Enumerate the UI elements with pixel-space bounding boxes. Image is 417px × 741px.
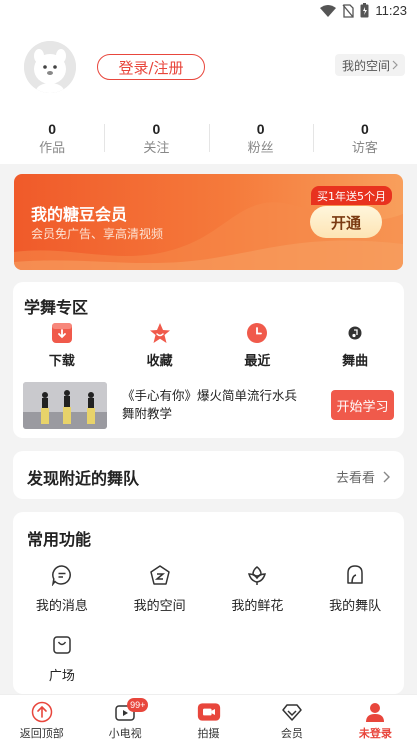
download-icon (51, 322, 73, 344)
dance-zone-title: 学舞专区 (24, 298, 89, 317)
arrow-up-icon (30, 701, 54, 723)
func-label: 我的消息 (35, 599, 88, 614)
music-note-icon (344, 322, 366, 344)
func-my-flowers[interactable]: 我的鲜花 (209, 564, 307, 634)
user-icon (363, 701, 387, 723)
stat-label: 访客 (351, 141, 378, 156)
tab-back-to-top[interactable]: 返回顶部 (0, 695, 83, 741)
diamond-icon (280, 701, 304, 723)
stat-label: 作品 (39, 141, 66, 156)
start-learning-button[interactable]: 开始学习 (331, 390, 394, 420)
profile-header: 登录/注册 我的空间 0 作品 0 关注 0 粉丝 0 访客 (0, 24, 417, 164)
quick-label: 收藏 (146, 354, 173, 369)
common-functions-title: 常用功能 (27, 530, 92, 549)
func-my-messages[interactable]: 我的消息 (13, 564, 111, 634)
stat-following[interactable]: 0 关注 (104, 120, 208, 160)
tab-mini-tv[interactable]: 99+ 小电视 (83, 695, 166, 741)
tab-shoot[interactable]: 拍摄 (167, 695, 250, 741)
my-space-link[interactable]: 我的空间 (334, 54, 405, 76)
nearby-link-label: 去看看 (335, 471, 375, 486)
quick-label: 最近 (244, 354, 271, 369)
stats-row: 0 作品 0 关注 0 粉丝 0 访客 (0, 120, 417, 160)
nearby-teams-link[interactable]: 去看看 (336, 467, 390, 486)
tab-membership[interactable]: 会员 (250, 695, 333, 741)
tv-badge: 99+ (127, 698, 149, 712)
chevron-right-icon (392, 60, 398, 70)
battery-icon (360, 3, 369, 18)
tab-label: 未登录 (358, 727, 392, 740)
shopping-bag-icon (51, 634, 73, 656)
func-label: 广场 (48, 669, 75, 684)
wifi-icon (320, 4, 337, 17)
flower-icon (246, 564, 268, 586)
tab-label: 会员 (280, 727, 303, 740)
func-my-team[interactable]: 我的舞队 (306, 564, 404, 634)
tab-label: 拍摄 (197, 727, 220, 740)
stat-fans[interactable]: 0 粉丝 (208, 120, 313, 160)
star-icon (149, 322, 171, 344)
clock-icon (246, 322, 268, 344)
func-label: 我的舞队 (329, 599, 382, 614)
status-icons: 11:23 (320, 3, 407, 18)
avatar-mascot-icon (24, 41, 76, 93)
avatar[interactable] (24, 41, 76, 93)
stat-value: 0 (48, 121, 57, 137)
quick-label: 下载 (48, 354, 75, 369)
functions-grid: 我的消息 我的空间 我的鲜花 我的舞队 广场 (13, 564, 404, 704)
bottom-tab-bar: 返回顶部 99+ 小电视 拍摄 会员 未登录 (0, 694, 417, 741)
login-register-button[interactable]: 登录/注册 (97, 54, 205, 80)
stat-value: 0 (360, 121, 369, 137)
func-my-space[interactable]: 我的空间 (111, 564, 209, 634)
stat-works[interactable]: 0 作品 (0, 120, 104, 160)
dance-zone-card: 学舞专区 下载 收藏 最近 舞曲 《手心有你》爆火简单流行水兵舞附教学 开始学习 (13, 282, 404, 438)
stat-label: 粉丝 (247, 141, 274, 156)
stat-value: 0 (152, 121, 161, 137)
nearby-teams-title: 发现附近的舞队 (27, 469, 140, 488)
dance-quick-actions: 下载 收藏 最近 舞曲 (13, 322, 404, 369)
vip-open-button[interactable]: 开通 (310, 206, 382, 238)
stat-visitors[interactable]: 0 访客 (312, 120, 417, 160)
vip-title: 我的糖豆会员 (31, 205, 128, 224)
stat-label: 关注 (143, 141, 170, 156)
func-label: 我的空间 (133, 599, 186, 614)
tab-label: 返回顶部 (19, 727, 64, 740)
course-title: 《手心有你》爆火简单流行水兵舞附教学 (122, 388, 298, 421)
course-thumbnail[interactable] (23, 382, 107, 429)
course-item[interactable]: 《手心有你》爆火简单流行水兵舞附教学 开始学习 (23, 382, 394, 430)
quick-music[interactable]: 舞曲 (306, 322, 404, 369)
status-time: 11:23 (375, 3, 407, 18)
team-icon (344, 564, 366, 586)
vip-subtitle: 会员免广告、享高清视频 (31, 227, 164, 241)
vip-promo-badge: 买1年送5个月 (311, 186, 392, 205)
camera-icon (197, 701, 221, 723)
common-functions-card: 常用功能 我的消息 我的空间 我的鲜花 我的舞队 广场 (13, 512, 404, 694)
nearby-teams-card[interactable]: 发现附近的舞队 去看看 (13, 451, 404, 499)
message-icon (51, 564, 73, 586)
quick-recent[interactable]: 最近 (209, 322, 307, 369)
status-bar: 11:23 (0, 0, 417, 24)
vip-banner[interactable]: 我的糖豆会员 会员免广告、享高清视频 买1年送5个月 开通 (14, 174, 403, 270)
no-sim-icon (342, 3, 355, 18)
tab-label: 小电视 (108, 727, 142, 740)
func-label: 我的鲜花 (231, 599, 284, 614)
my-space-label: 我的空间 (341, 58, 390, 73)
space-icon (149, 564, 171, 586)
stat-value: 0 (256, 121, 265, 137)
quick-favorites[interactable]: 收藏 (111, 322, 209, 369)
tv-icon: 99+ (113, 698, 149, 723)
quick-download[interactable]: 下载 (13, 322, 111, 369)
quick-label: 舞曲 (342, 354, 369, 369)
tab-not-logged-in[interactable]: 未登录 (334, 695, 417, 741)
chevron-right-icon (383, 471, 390, 482)
